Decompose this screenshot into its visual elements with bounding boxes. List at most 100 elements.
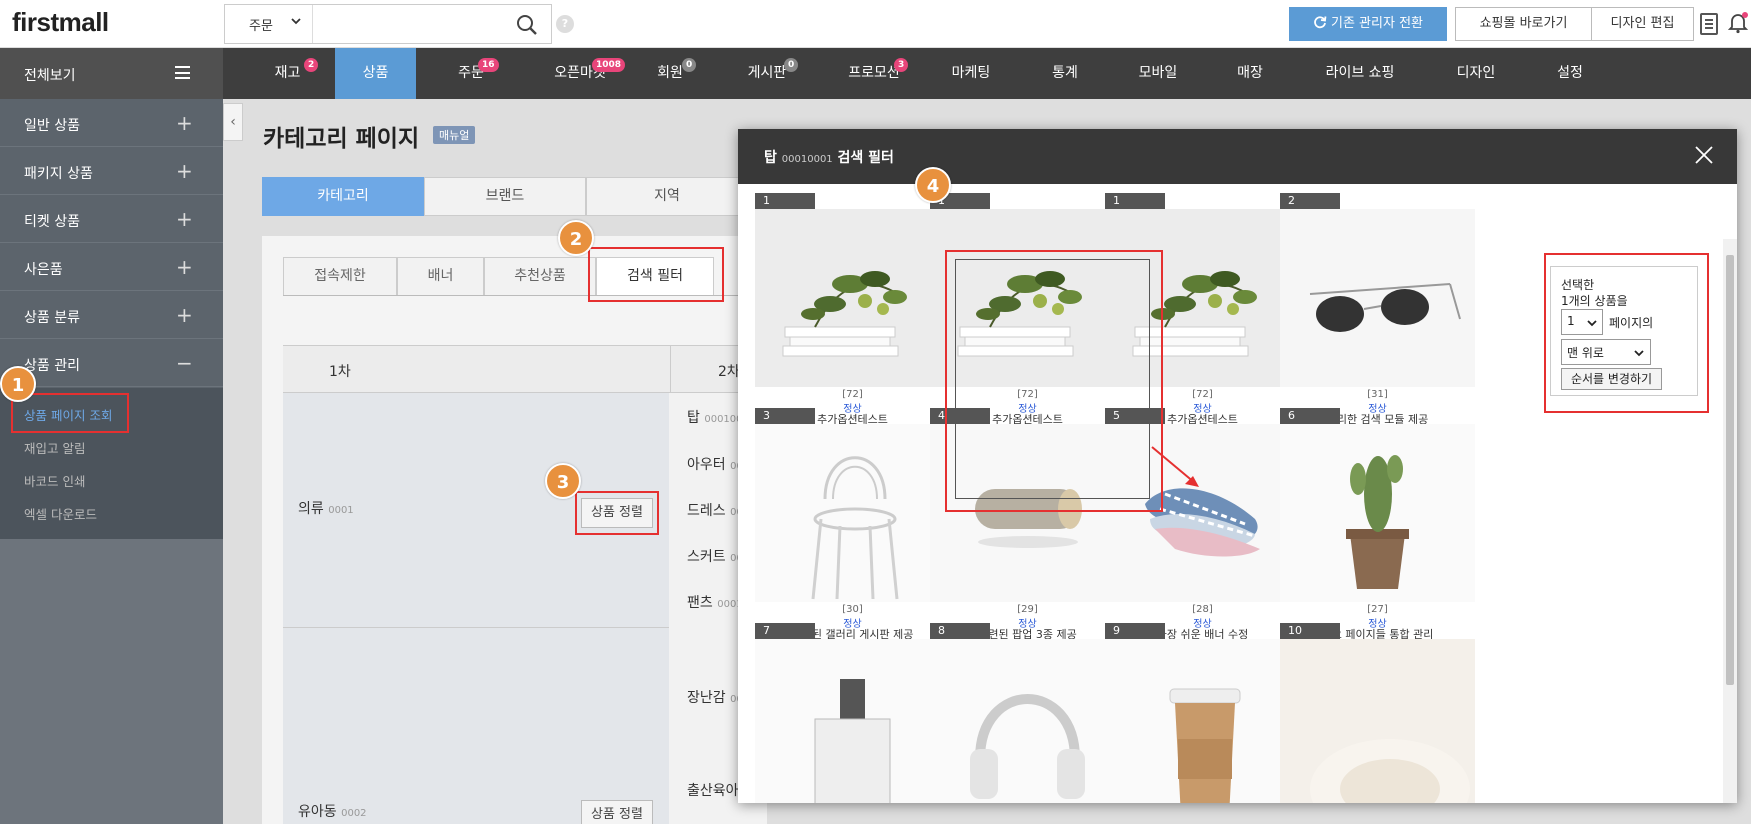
subcategory-name: 탑 xyxy=(687,410,700,426)
nav-item-store[interactable]: 매장 xyxy=(1225,48,1275,99)
nav-item-stats[interactable]: 통계 xyxy=(1040,48,1090,99)
product-image-perfume[interactable] xyxy=(755,639,950,803)
nav-item-promotion[interactable]: 프로모션 3 xyxy=(826,48,922,99)
document-icon[interactable] xyxy=(1700,13,1718,35)
category-row-clothing[interactable]: 의류 0001 xyxy=(298,498,354,518)
sidebar-item-package-product[interactable]: 패키지 상품 + xyxy=(0,147,223,195)
nav-item-openmarket[interactable]: 오픈마켓 1008 xyxy=(530,48,630,99)
product-card[interactable]: 9 xyxy=(1105,623,1300,803)
subcategory-item[interactable]: 팬츠 0001 xyxy=(687,592,743,612)
product-rank: 10 xyxy=(1280,623,1340,639)
nav-label: 프로모션 xyxy=(848,65,900,81)
nav-item-settings[interactable]: 설정 xyxy=(1545,48,1595,99)
go-shop-button[interactable]: 쇼핑몰 바로가기 xyxy=(1455,7,1592,41)
product-card[interactable]: 2 [31] 정상 편리한 검색 모듈 제공 xyxy=(1280,193,1475,433)
switch-admin-button[interactable]: 기존 관리자 전환 xyxy=(1289,7,1447,41)
subtab-banner[interactable]: 배너 xyxy=(397,257,484,296)
nav-item-member[interactable]: 회원 0 xyxy=(640,48,700,99)
product-count: [29] xyxy=(1017,604,1038,615)
main-nav: 전체보기 재고 2 상품 주문 16 오픈마켓 1008 회원 0 게시판 0 프로모션 3… xyxy=(0,48,1751,99)
subcategory-name: 스커트 xyxy=(687,549,726,565)
nav-item-design[interactable]: 디자인 xyxy=(1448,48,1504,99)
submenu-barcode-print[interactable]: 바코드 인쇄 xyxy=(24,471,85,490)
modal-scrollbar[interactable] xyxy=(1723,239,1737,803)
product-image-chair[interactable] xyxy=(755,424,950,602)
subcategory-code: 000100 xyxy=(704,414,743,425)
subcategory-name: 장난감 xyxy=(687,690,726,706)
product-card[interactable]: 7 xyxy=(755,623,950,803)
product-image-bowl[interactable] xyxy=(1280,639,1475,803)
modal-title-code: 00010001 xyxy=(781,154,833,165)
product-card[interactable]: 3 [30] 정상 세련된 갤러리 게시판 제공 xyxy=(755,408,950,648)
nav-item-product[interactable]: 상품 xyxy=(335,48,416,99)
submenu-restock-alert[interactable]: 재입고 알림 xyxy=(24,438,85,457)
highlight-box xyxy=(11,393,129,433)
submenu-excel-download[interactable]: 엑셀 다운로드 xyxy=(24,504,97,523)
product-card[interactable]: 8 xyxy=(930,623,1125,803)
nav-item-marketing[interactable]: 마케팅 xyxy=(935,48,1007,99)
subcategory-item[interactable]: 드레스 00 xyxy=(687,500,743,520)
selected-product-outline xyxy=(955,259,1150,499)
nav-item-stock[interactable]: 재고 2 xyxy=(256,48,319,99)
nav-item-board[interactable]: 게시판 0 xyxy=(726,48,808,99)
column-header-level1: 1차 xyxy=(329,364,351,380)
switch-admin-label: 기존 관리자 전환 xyxy=(1331,16,1423,31)
search-filter-modal: 탑 00010001 검색 필터 1[72]정상추가옵션테스트1[72]정상추가… xyxy=(738,129,1737,803)
sidebar-empty xyxy=(0,539,223,824)
nav-item-live-shopping[interactable]: 라이브 쇼핑 xyxy=(1315,48,1405,99)
product-count: [30] xyxy=(842,604,863,615)
product-card[interactable]: 1[72]정상추가옵션테스트 xyxy=(755,193,950,433)
search-category-select[interactable]: 주문 xyxy=(225,5,313,43)
nav-badge: 0 xyxy=(682,58,697,72)
product-image-sunglasses[interactable] xyxy=(1280,209,1475,387)
sidebar-item-general-product[interactable]: 일반 상품 + xyxy=(0,99,223,147)
page-title: 카테고리 페이지 xyxy=(263,126,420,152)
tab-region[interactable]: 지역 xyxy=(586,177,748,216)
subtab-access-limit[interactable]: 접속제한 xyxy=(283,257,397,296)
subcategory-item[interactable]: 장난감 00 xyxy=(687,687,743,707)
subcategory-item[interactable]: 아우터 00 xyxy=(687,454,743,474)
sidebar-item-gift[interactable]: 사은품 + xyxy=(0,243,223,291)
sidebar-item-label: 패키지 상품 xyxy=(24,166,93,182)
divider xyxy=(670,346,671,394)
hamburger-icon[interactable] xyxy=(175,66,190,79)
product-image-headphones[interactable] xyxy=(930,639,1125,803)
product-card[interactable]: 10 xyxy=(1280,623,1475,803)
category-name: 의류 xyxy=(298,501,324,517)
scrollbar-thumb[interactable] xyxy=(1726,255,1734,685)
manual-badge[interactable]: 매뉴얼 xyxy=(433,126,476,144)
product-image-cactus[interactable] xyxy=(1280,424,1475,602)
subcategory-name: 출산육아 xyxy=(687,783,739,799)
product-card[interactable]: 6 [27] 정상 주요 페이지들 통합 관리 xyxy=(1280,408,1475,648)
product-image-cup[interactable] xyxy=(1105,639,1300,803)
logo[interactable]: firstmall xyxy=(12,7,109,38)
close-icon[interactable] xyxy=(1695,146,1713,164)
subcategory-name: 아우터 xyxy=(687,457,726,473)
product-image-plant[interactable] xyxy=(755,209,950,387)
nav-item-mobile[interactable]: 모바일 xyxy=(1130,48,1186,99)
nav-label: 회원 xyxy=(657,65,683,81)
tab-brand[interactable]: 브랜드 xyxy=(424,177,586,216)
bell-icon[interactable] xyxy=(1728,12,1748,34)
sort-products-button[interactable]: 상품 정렬 xyxy=(581,800,653,824)
sidebar-item-ticket-product[interactable]: 티켓 상품 + xyxy=(0,195,223,243)
tab-category[interactable]: 카테고리 xyxy=(262,177,424,216)
subcategory-item[interactable]: 탑 000100 xyxy=(687,407,743,427)
modal-title: 탑 00010001 검색 필터 xyxy=(764,147,894,167)
subtab-recommended[interactable]: 추천상품 xyxy=(484,257,596,296)
sidebar-item-product-category[interactable]: 상품 분류 + xyxy=(0,291,223,339)
sidebar-item-label: 상품 분류 xyxy=(24,310,80,326)
nav-all-menu[interactable]: 전체보기 xyxy=(0,48,223,99)
highlight-box xyxy=(588,247,724,302)
category-row-kids[interactable]: 유아동 0002 xyxy=(298,801,367,821)
collapse-sidebar-icon[interactable]: ‹ xyxy=(223,103,243,141)
help-icon[interactable]: ? xyxy=(556,15,574,33)
search-icon[interactable] xyxy=(515,13,539,37)
design-edit-button[interactable]: 디자인 편집 xyxy=(1591,7,1694,41)
sidebar-item-label: 티켓 상품 xyxy=(24,214,80,230)
plus-icon: + xyxy=(176,111,193,135)
subcategory-item[interactable]: 출산육아 xyxy=(687,780,739,800)
plus-icon: + xyxy=(176,255,193,279)
nav-item-order[interactable]: 주문 16 xyxy=(436,48,506,99)
subcategory-item[interactable]: 스커트 00 xyxy=(687,546,743,566)
